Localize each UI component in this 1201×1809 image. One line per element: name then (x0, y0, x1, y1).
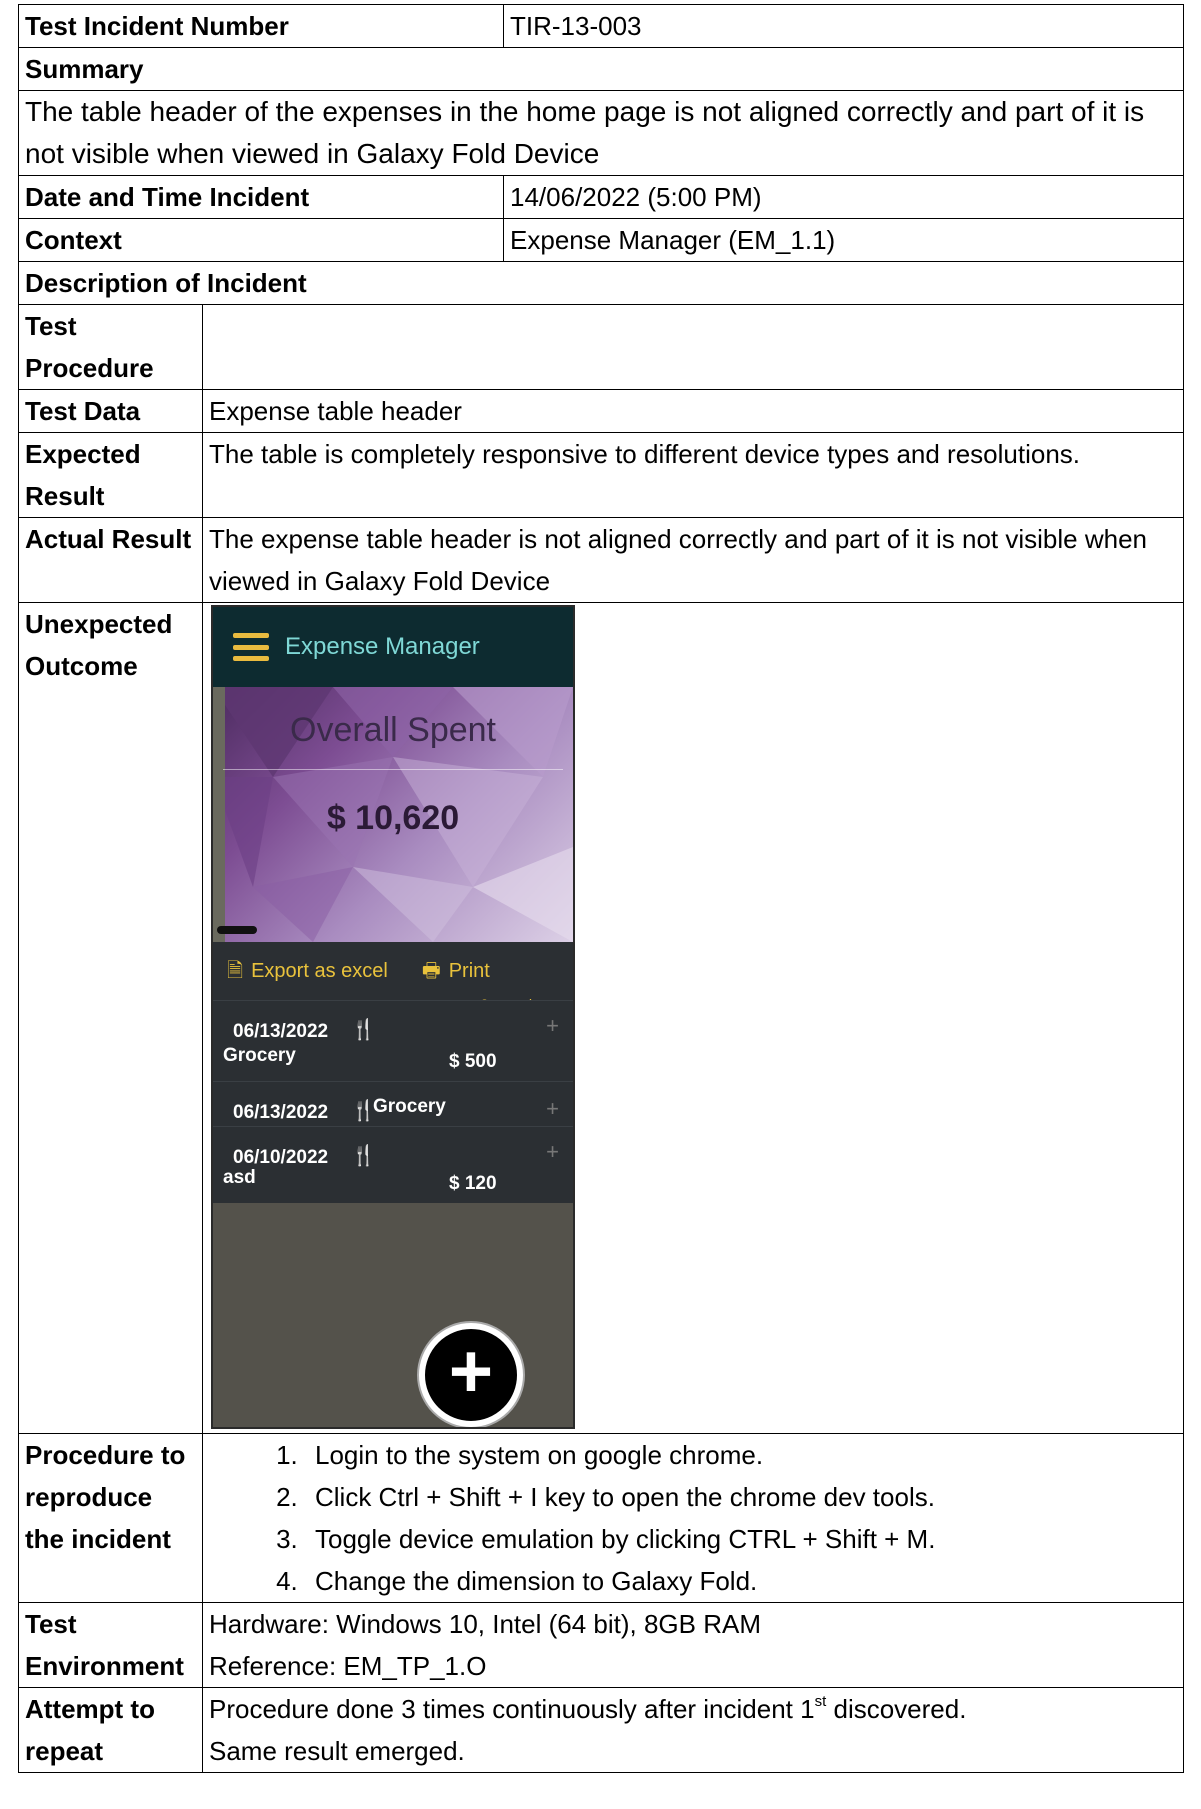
description-label: Description of Incident (17, 261, 1185, 305)
procedure-step: Login to the system on google chrome. (305, 1434, 1177, 1476)
expense-amount: $ 500 (449, 1051, 497, 1072)
attempt-row: Attempt to repeat Procedure done 3 times… (18, 1687, 1185, 1773)
test-procedure-row: Test Procedure (18, 304, 1185, 390)
incident-report-table: Test Incident Number TIR-13-003 Summary … (17, 4, 1185, 1773)
hero-title: Overall Spent (290, 711, 496, 749)
test-environment-label: Test Environment (18, 1602, 203, 1688)
procedure-row: Procedure to reproduce the incident Logi… (18, 1433, 1185, 1603)
incident-number-value: TIR-13-003 (503, 4, 1185, 48)
test-environment-cell: Hardware: Windows 10, Intel (64 bit), 8G… (201, 1602, 1185, 1688)
test-data-value: Expense table header (201, 389, 1185, 433)
actual-result-value: The expense table header is not aligned … (201, 517, 1185, 603)
expand-plus-icon[interactable]: + (546, 1005, 559, 1047)
unexpected-outcome-cell: Expense Manager Overall Spent $ 10,620 🗎… (201, 602, 1185, 1434)
app-title: Expense Manager (285, 633, 480, 660)
procedure-step: Change the dimension to Galaxy Fold. (305, 1560, 1177, 1602)
expand-plus-icon[interactable]: + (546, 1131, 559, 1173)
procedure-step: Click Ctrl + Shift + I key to open the c… (305, 1476, 1177, 1518)
procedure-label: Procedure to reproduce the incident (18, 1433, 203, 1603)
summary-label-row: Summary (17, 47, 1185, 91)
procedure-steps: Login to the system on google chrome. Cl… (209, 1434, 1177, 1602)
context-label: Context (17, 218, 505, 262)
overall-spent-card: Overall Spent $ 10,620 (213, 687, 573, 942)
test-procedure-label: Test Procedure (18, 304, 203, 390)
unexpected-outcome-row: Unexpected Outcome Expense Manager Overa… (18, 602, 1185, 1434)
expand-plus-icon[interactable]: + (546, 1088, 559, 1130)
fork-knife-icon: 🍴 (351, 1145, 376, 1167)
date-time-label: Date and Time Incident (17, 175, 505, 219)
attempt-label: Attempt to repeat (18, 1687, 203, 1773)
hero-amount: $ 10,620 (326, 799, 460, 837)
hardware-text: Hardware: Windows 10, Intel (64 bit), 8G… (209, 1609, 761, 1639)
expense-row[interactable]: 06/10/2022 🍴 asd $ 120 + (213, 1126, 573, 1203)
attempt-text-end: discovered. (826, 1694, 967, 1724)
summary-text-row: The table header of the expenses in the … (17, 90, 1185, 176)
actual-result-label: Actual Result (18, 517, 203, 603)
attempt-cell: Procedure done 3 times continuously afte… (201, 1687, 1185, 1773)
procedure-steps-cell: Login to the system on google chrome. Cl… (201, 1433, 1185, 1603)
expense-amount: $ 120 (449, 1173, 497, 1194)
context-value: Expense Manager (EM_1.1) (503, 218, 1185, 262)
expected-result-label: Expected Result (18, 432, 203, 518)
expense-row[interactable]: 06/13/2022 🍴 Grocery $ 500 + (213, 1000, 573, 1081)
attempt-sup: st (814, 1693, 827, 1711)
excel-icon: 🗎 (227, 960, 244, 982)
unexpected-outcome-label: Unexpected Outcome (18, 602, 203, 1434)
print-icon: 🖶 (421, 960, 441, 982)
actual-result-row: Actual Result The expense table header i… (18, 517, 1185, 603)
test-procedure-value (201, 304, 1185, 390)
procedure-step: Toggle device emulation by clicking CTRL… (305, 1518, 1177, 1560)
hero-divider (223, 769, 563, 770)
expected-result-row: Expected Result The table is completely … (18, 432, 1185, 518)
test-data-label: Test Data (18, 389, 203, 433)
expected-result-value: The table is completely responsive to di… (201, 432, 1185, 518)
context-row: Context Expense Manager (EM_1.1) (17, 218, 1185, 262)
horizontal-scrollbar[interactable] (217, 926, 257, 934)
incident-number-label: Test Incident Number (17, 4, 505, 48)
test-data-row: Test Data Expense table header (18, 389, 1185, 433)
plus-icon: + (448, 1329, 494, 1414)
summary-label: Summary (17, 47, 1185, 91)
date-time-value: 14/06/2022 (5:00 PM) (503, 175, 1185, 219)
attempt-text: Procedure done 3 times continuously afte… (209, 1694, 815, 1724)
fork-knife-icon: 🍴 (351, 1019, 376, 1041)
summary-text: The table header of the expenses in the … (17, 90, 1185, 176)
reference-text: Reference: EM_TP_1.O (209, 1651, 487, 1681)
add-expense-button[interactable]: + (419, 1323, 523, 1427)
export-excel-link[interactable]: Export as excel (251, 950, 388, 992)
date-time-row: Date and Time Incident 14/06/2022 (5:00 … (17, 175, 1185, 219)
expense-category: Grocery (223, 1045, 296, 1066)
app-header: Expense Manager (213, 607, 573, 687)
expense-row[interactable]: 06/13/2022 🍴 Grocery + (213, 1081, 573, 1126)
attempt-line-1: Procedure done 3 times continuously afte… (209, 1688, 1177, 1730)
incident-number-row: Test Incident Number TIR-13-003 (17, 4, 1185, 48)
test-environment-row: Test Environment Hardware: Windows 10, I… (18, 1602, 1185, 1688)
attempt-line-2: Same result emerged. (209, 1736, 465, 1766)
hamburger-menu-icon (233, 633, 269, 661)
phone-screenshot: Expense Manager Overall Spent $ 10,620 🗎… (211, 605, 575, 1429)
description-row: Description of Incident (17, 261, 1185, 305)
expense-category: Grocery (373, 1096, 446, 1117)
expense-category: asd (223, 1167, 256, 1188)
